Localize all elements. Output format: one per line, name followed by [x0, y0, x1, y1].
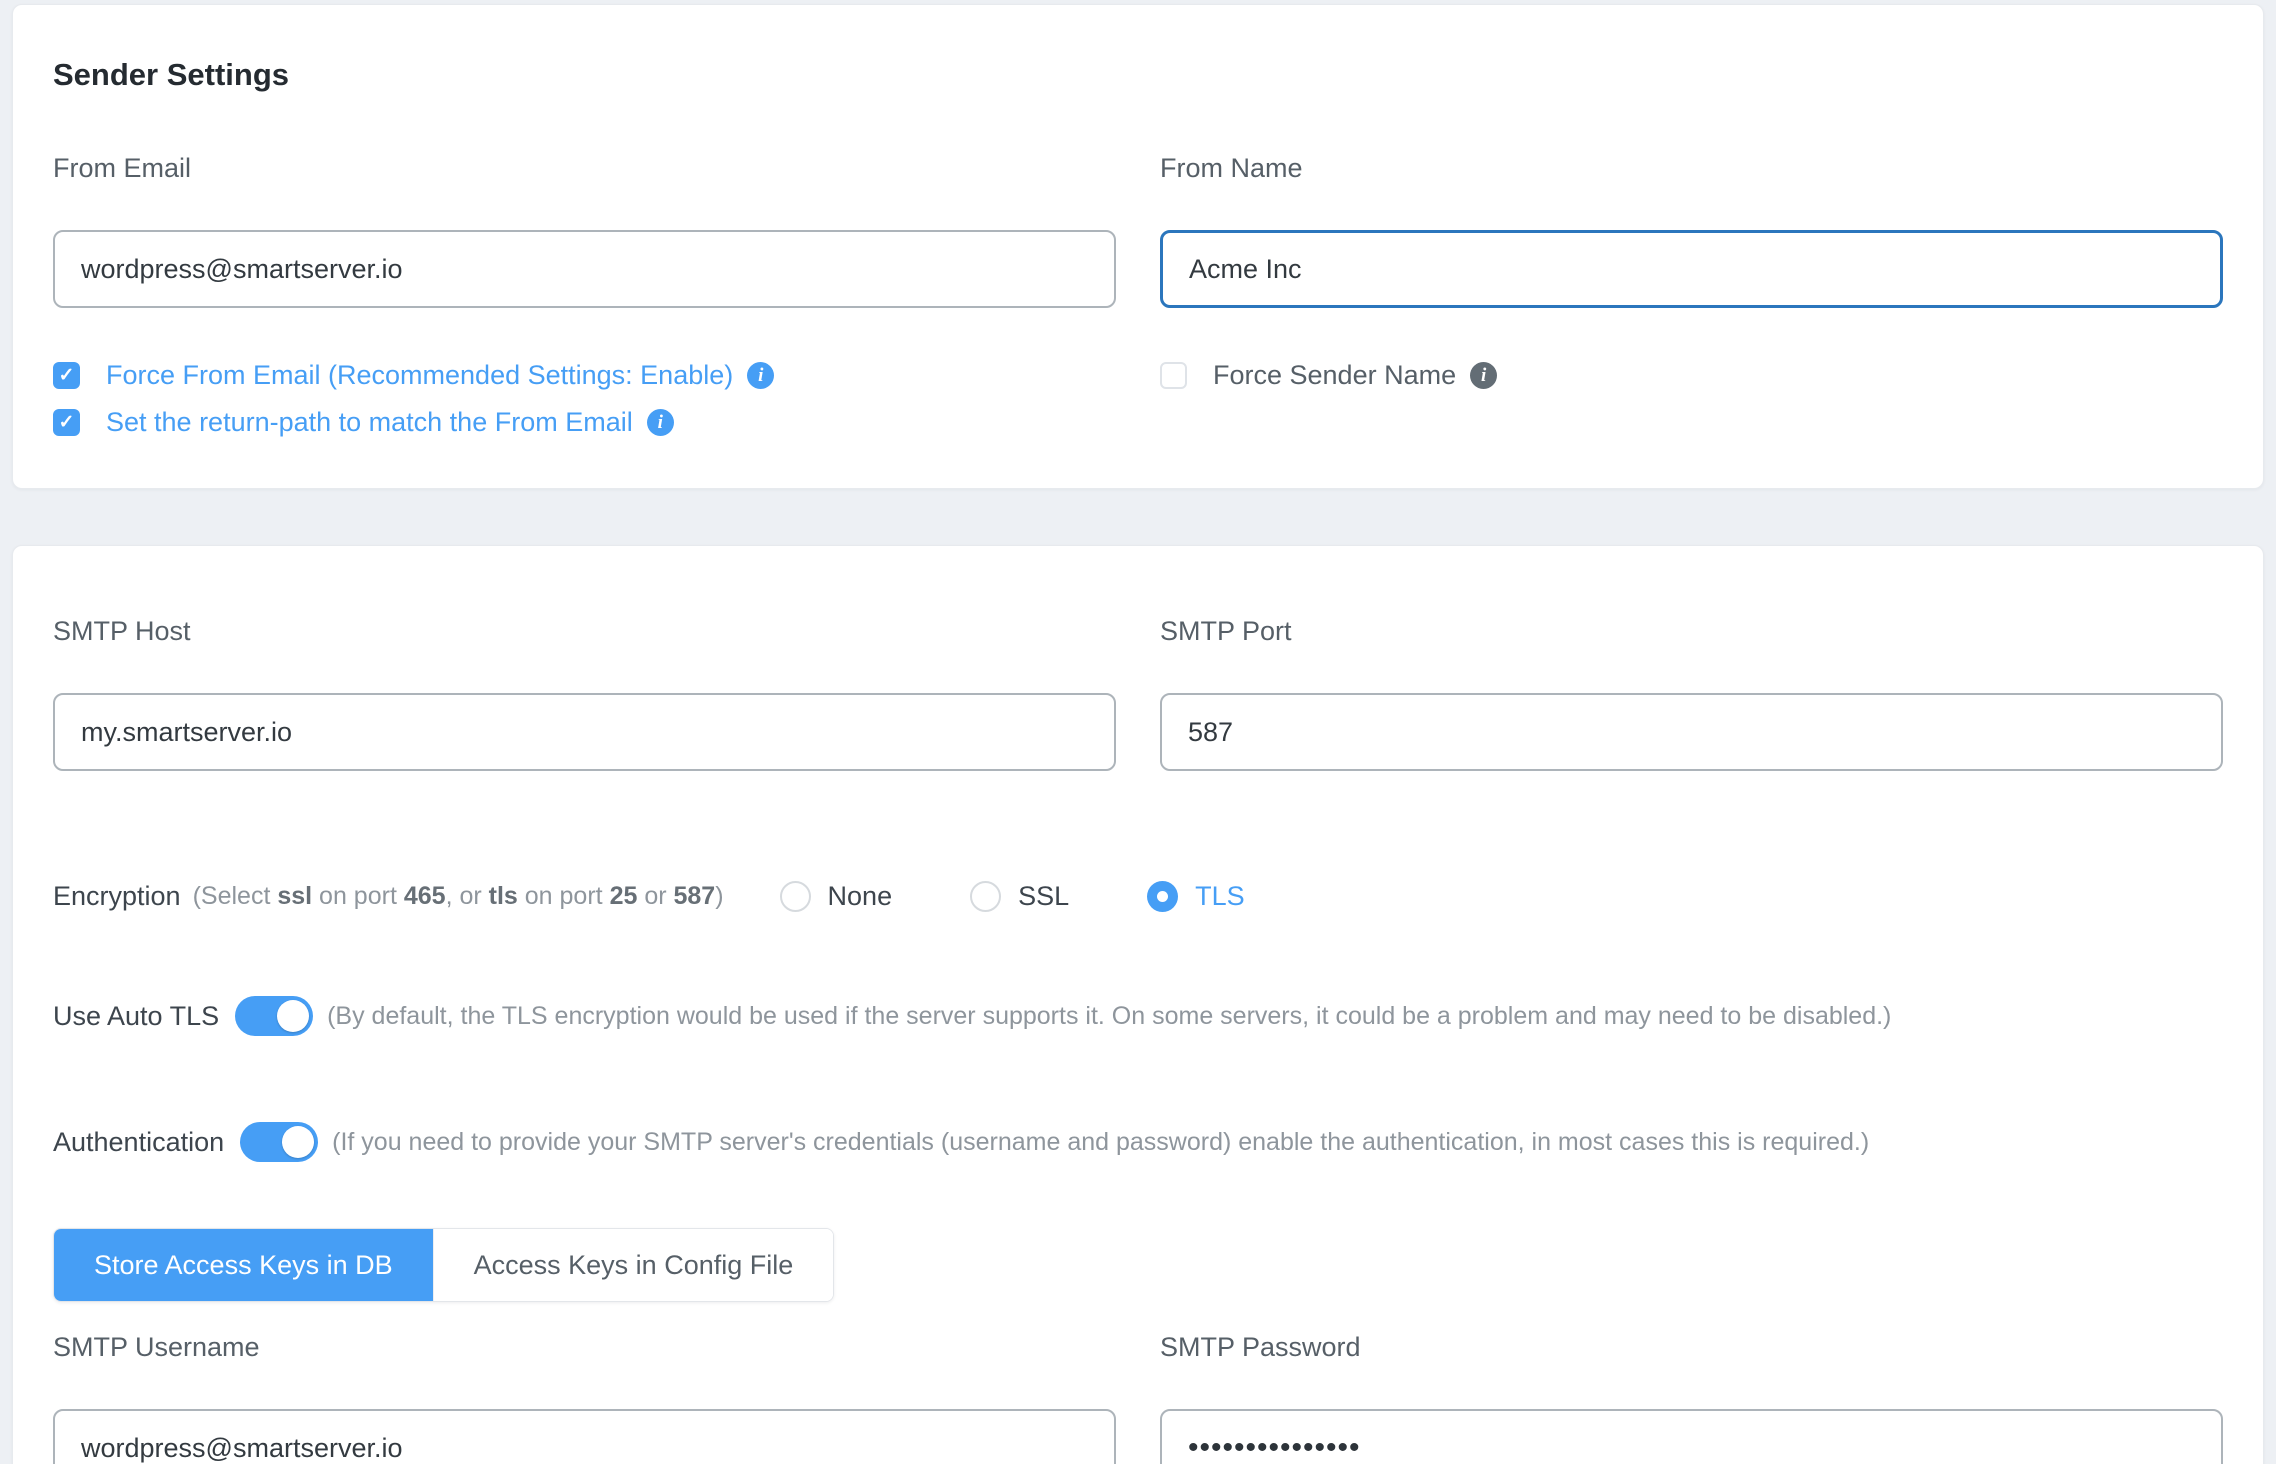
radio-icon-selected[interactable] [1147, 881, 1178, 912]
force-from-email-row[interactable]: ✓ Force From Email (Recommended Settings… [53, 360, 1116, 391]
smtp-username-column: SMTP Username [53, 1332, 1116, 1464]
return-path-row[interactable]: ✓ Set the return-path to match the From … [53, 407, 1116, 438]
authentication-label: Authentication [53, 1127, 224, 1158]
auto-tls-toggle[interactable] [235, 996, 313, 1036]
return-path-label[interactable]: Set the return-path to match the From Em… [106, 407, 633, 438]
smtp-port-input[interactable] [1160, 693, 2223, 771]
sender-settings-card: Sender Settings From Email ✓ Force From … [12, 4, 2264, 489]
from-name-input[interactable] [1160, 230, 2223, 308]
encryption-row: Encryption (Select ssl on port 465, or t… [53, 881, 2223, 912]
toggle-knob [277, 1000, 309, 1032]
smtp-host-column: SMTP Host [53, 616, 1116, 771]
check-icon: ✓ [59, 413, 75, 432]
tab-store-keys-in-db[interactable]: Store Access Keys in DB [54, 1229, 433, 1301]
force-from-email-checkbox[interactable]: ✓ [53, 362, 80, 389]
smtp-password-label: SMTP Password [1160, 1332, 2223, 1363]
smtp-host-input[interactable] [53, 693, 1116, 771]
from-email-input[interactable] [53, 230, 1116, 308]
radio-label-none[interactable]: None [828, 881, 893, 912]
auto-tls-row: Use Auto TLS (By default, the TLS encryp… [53, 996, 2223, 1036]
encryption-option-tls[interactable]: TLS [1147, 881, 1245, 912]
force-from-email-label[interactable]: Force From Email (Recommended Settings: … [106, 360, 733, 391]
encryption-radio-group: None SSL TLS [780, 881, 1245, 912]
encryption-label: Encryption [53, 881, 181, 912]
smtp-username-input[interactable] [53, 1409, 1116, 1464]
toggle-knob [282, 1126, 314, 1158]
auto-tls-description: (By default, the TLS encryption would be… [327, 1002, 1891, 1031]
return-path-checkbox[interactable]: ✓ [53, 409, 80, 436]
encryption-option-ssl[interactable]: SSL [970, 881, 1069, 912]
authentication-toggle[interactable] [240, 1122, 318, 1162]
radio-label-ssl[interactable]: SSL [1018, 881, 1069, 912]
key-storage-tab-group: Store Access Keys in DB Access Keys in C… [53, 1228, 834, 1302]
smtp-host-label: SMTP Host [53, 616, 1116, 647]
from-email-label: From Email [53, 153, 1116, 184]
from-email-column: From Email ✓ Force From Email (Recommend… [53, 153, 1116, 438]
authentication-row: Authentication (If you need to provide y… [53, 1122, 2223, 1162]
info-icon[interactable]: i [647, 409, 674, 436]
encryption-hint: (Select ssl on port 465, or tls on port … [193, 882, 724, 911]
radio-label-tls[interactable]: TLS [1195, 881, 1245, 912]
check-icon: ✓ [59, 366, 75, 385]
force-sender-name-label[interactable]: Force Sender Name [1213, 360, 1456, 391]
radio-icon[interactable] [970, 881, 1001, 912]
smtp-port-column: SMTP Port [1160, 616, 2223, 771]
smtp-username-label: SMTP Username [53, 1332, 1116, 1363]
from-name-label: From Name [1160, 153, 2223, 184]
sender-settings-title: Sender Settings [53, 57, 2223, 93]
force-sender-name-checkbox[interactable]: ✓ [1160, 362, 1187, 389]
smtp-port-label: SMTP Port [1160, 616, 2223, 647]
info-icon[interactable]: i [747, 362, 774, 389]
info-icon[interactable]: i [1470, 362, 1497, 389]
smtp-password-column: SMTP Password [1160, 1332, 2223, 1464]
radio-icon[interactable] [780, 881, 811, 912]
auto-tls-label: Use Auto TLS [53, 1001, 219, 1032]
authentication-description: (If you need to provide your SMTP server… [332, 1128, 1869, 1157]
smtp-settings-card: SMTP Host SMTP Port Encryption (Select s… [12, 545, 2264, 1464]
tab-keys-in-config-file[interactable]: Access Keys in Config File [433, 1229, 834, 1301]
smtp-password-input[interactable] [1160, 1409, 2223, 1464]
encryption-option-none[interactable]: None [780, 881, 893, 912]
force-sender-name-row[interactable]: ✓ Force Sender Name i [1160, 360, 2223, 391]
from-name-column: From Name ✓ Force Sender Name i [1160, 153, 2223, 438]
